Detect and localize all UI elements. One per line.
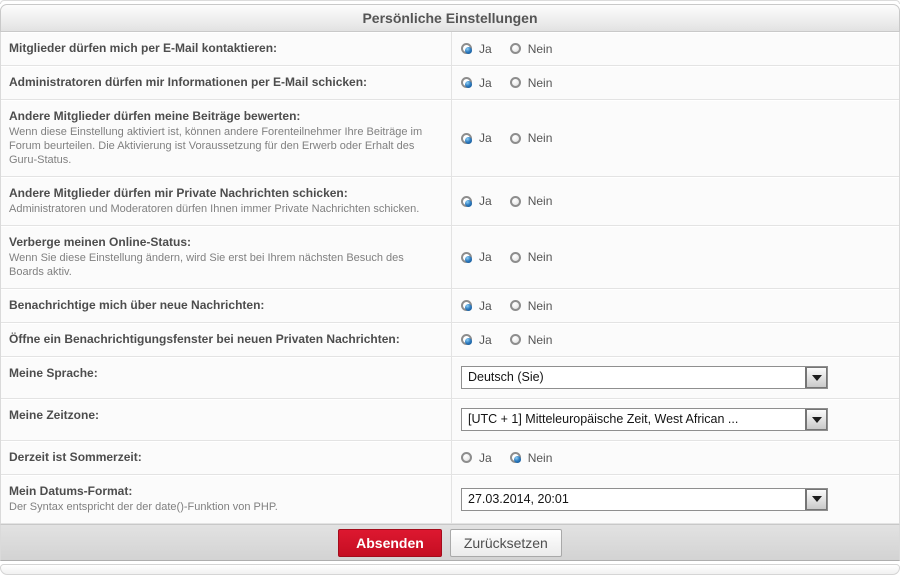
setting-description: Der Syntax entspricht der der date()-Fun… [9,500,441,514]
setting-label-cell: Meine Zeitzone: [1,399,451,440]
radio-ja-admin-email[interactable] [461,77,472,88]
radio-ja-daylight-saving[interactable] [461,452,472,463]
page-title: Persönliche Einstellungen [0,4,900,32]
setting-description: Administratoren und Moderatoren dürfen I… [9,202,441,216]
setting-label: Öffne ein Benachrichtigungsfenster bei n… [9,332,441,347]
setting-label-cell: Mitglieder dürfen mich per E-Mail kontak… [1,32,451,65]
radio-ja-popup-new-pm[interactable] [461,334,472,345]
setting-row-private-messages: Andere Mitglieder dürfen mir Private Nac… [1,177,899,226]
radio-ja-label: Ja [479,131,492,145]
chevron-down-icon [812,496,822,502]
radio-ja-hide-online-status[interactable] [461,252,472,263]
radio-ja-label: Ja [479,194,492,208]
setting-control-cell: Ja Nein [451,100,899,176]
radio-nein-label: Nein [528,194,553,208]
setting-row-popup-new-pm: Öffne ein Benachrichtigungsfenster bei n… [1,323,899,357]
setting-description: Wenn Sie diese Einstellung ändern, wird … [9,251,441,279]
setting-label-cell: Öffne ein Benachrichtigungsfenster bei n… [1,323,451,356]
settings-rows: Mitglieder dürfen mich per E-Mail kontak… [0,32,900,524]
reset-button[interactable]: Zurücksetzen [450,529,562,557]
setting-label-cell: Derzeit ist Sommerzeit: [1,441,451,474]
setting-label: Meine Zeitzone: [9,408,441,423]
setting-control-cell: Ja Nein [451,289,899,322]
personal-settings-page: Persönliche Einstellungen Mitglieder dür… [0,0,900,575]
setting-control-cell: Ja Nein [451,226,899,288]
radio-nein-label: Nein [528,42,553,56]
setting-row-notify-new-messages: Benachrichtige mich über neue Nachrichte… [1,289,899,323]
setting-label-cell: Verberge meinen Online-Status:Wenn Sie d… [1,226,451,288]
setting-label: Andere Mitglieder dürfen mir Private Nac… [9,186,441,201]
radio-nein-label: Nein [528,333,553,347]
radio-nein-admin-email[interactable] [510,77,521,88]
setting-control-cell: Deutsch (Sie) [451,357,899,398]
radio-nein-notify-new-messages[interactable] [510,300,521,311]
radio-nein-label: Nein [528,76,553,90]
radio-nein-rate-posts[interactable] [510,133,521,144]
setting-label: Mein Datums-Format: [9,484,441,499]
setting-row-date-format: Mein Datums-Format:Der Syntax entspricht… [1,475,899,524]
setting-control-cell: Ja Nein [451,32,899,65]
radio-ja-label: Ja [479,250,492,264]
radio-ja-label: Ja [479,42,492,56]
panel-bottom-cap [0,564,900,575]
setting-row-hide-online-status: Verberge meinen Online-Status:Wenn Sie d… [1,226,899,289]
language-select[interactable]: Deutsch (Sie) [461,366,828,389]
setting-control-cell: 27.03.2014, 20:01 [451,475,899,523]
radio-nein-popup-new-pm[interactable] [510,334,521,345]
setting-label-cell: Mein Datums-Format:Der Syntax entspricht… [1,475,451,523]
form-button-bar: Absenden Zurücksetzen [0,524,900,561]
radio-ja-label: Ja [479,76,492,90]
setting-control-cell: [UTC + 1] Mitteleuropäische Zeit, West A… [451,399,899,440]
setting-label: Administratoren dürfen mir Informationen… [9,75,441,90]
setting-label-cell: Andere Mitglieder dürfen mir Private Nac… [1,177,451,225]
setting-row-timezone: Meine Zeitzone: [UTC + 1] Mitteleuropäisc… [1,399,899,441]
radio-ja-label: Ja [479,333,492,347]
setting-label: Meine Sprache: [9,366,441,381]
setting-label: Derzeit ist Sommerzeit: [9,450,441,465]
select-dropdown-button[interactable] [805,408,828,431]
radio-ja-label: Ja [479,451,492,465]
radio-nein-label: Nein [528,299,553,313]
radio-nein-label: Nein [528,451,553,465]
radio-ja-rate-posts[interactable] [461,133,472,144]
date-format-select[interactable]: 27.03.2014, 20:01 [461,488,828,511]
radio-ja-notify-new-messages[interactable] [461,300,472,311]
radio-nein-label: Nein [528,131,553,145]
setting-row-daylight-saving: Derzeit ist Sommerzeit: Ja Nein [1,441,899,475]
setting-label-cell: Benachrichtige mich über neue Nachrichte… [1,289,451,322]
setting-label: Mitglieder dürfen mich per E-Mail kontak… [9,41,441,56]
setting-control-cell: Ja Nein [451,66,899,99]
radio-nein-private-messages[interactable] [510,196,521,207]
setting-label: Andere Mitglieder dürfen meine Beiträge … [9,109,441,124]
select-value: Deutsch (Sie) [468,370,544,384]
setting-label-cell: Andere Mitglieder dürfen meine Beiträge … [1,100,451,176]
setting-row-email-contact: Mitglieder dürfen mich per E-Mail kontak… [1,32,899,66]
radio-nein-email-contact[interactable] [510,43,521,54]
radio-ja-private-messages[interactable] [461,196,472,207]
radio-nein-daylight-saving[interactable] [510,452,521,463]
setting-row-rate-posts: Andere Mitglieder dürfen meine Beiträge … [1,100,899,177]
radio-nein-label: Nein [528,250,553,264]
setting-label: Verberge meinen Online-Status: [9,235,441,250]
setting-description: Wenn diese Einstellung aktiviert ist, kö… [9,125,441,167]
radio-ja-label: Ja [479,299,492,313]
select-dropdown-button[interactable] [805,366,828,389]
setting-row-language: Meine Sprache: Deutsch (Sie) [1,357,899,399]
setting-control-cell: Ja Nein [451,177,899,225]
chevron-down-icon [812,417,822,423]
chevron-down-icon [812,375,822,381]
radio-ja-email-contact[interactable] [461,43,472,54]
select-dropdown-button[interactable] [805,488,828,511]
setting-label-cell: Meine Sprache: [1,357,451,398]
setting-control-cell: Ja Nein [451,441,899,474]
setting-control-cell: Ja Nein [451,323,899,356]
setting-label-cell: Administratoren dürfen mir Informationen… [1,66,451,99]
submit-button[interactable]: Absenden [338,529,442,557]
timezone-select[interactable]: [UTC + 1] Mitteleuropäische Zeit, West A… [461,408,828,431]
select-value: [UTC + 1] Mitteleuropäische Zeit, West A… [468,412,738,426]
select-value: 27.03.2014, 20:01 [468,492,569,506]
setting-row-admin-email: Administratoren dürfen mir Informationen… [1,66,899,100]
setting-label: Benachrichtige mich über neue Nachrichte… [9,298,441,313]
radio-nein-hide-online-status[interactable] [510,252,521,263]
